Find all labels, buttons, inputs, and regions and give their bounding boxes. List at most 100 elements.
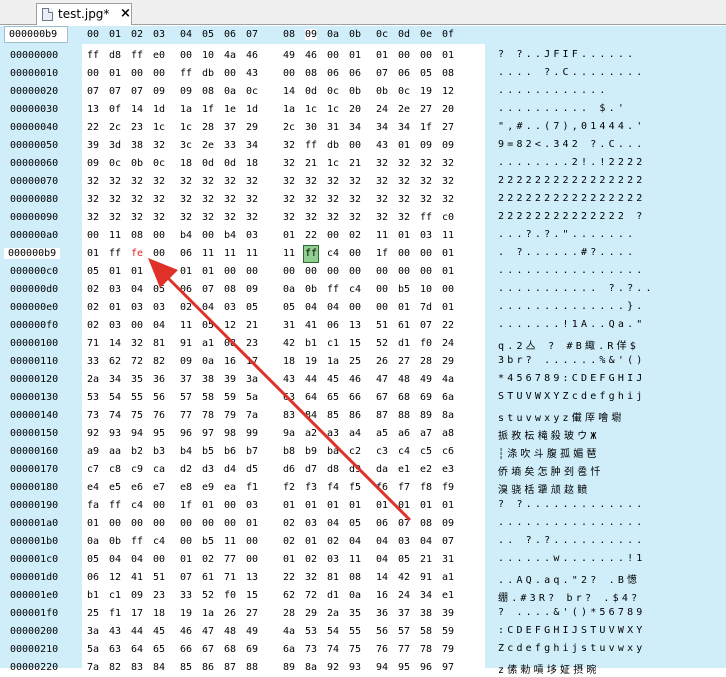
hex-byte[interactable]: 00 xyxy=(420,266,432,277)
hex-byte[interactable]: 32 xyxy=(109,176,121,187)
hex-byte[interactable]: 32 xyxy=(224,176,236,187)
hex-byte[interactable]: f1 xyxy=(109,608,121,619)
hex-byte[interactable]: 09 xyxy=(87,158,99,169)
hex-byte[interactable]: 00 xyxy=(180,518,192,529)
hex-byte[interactable]: 79 xyxy=(224,410,236,421)
hex-byte[interactable]: c2 xyxy=(349,446,361,457)
hex-byte[interactable]: 42 xyxy=(398,572,410,583)
hex-byte[interactable]: 0d xyxy=(202,158,214,169)
hex-byte[interactable]: 29 xyxy=(246,122,258,133)
hex-byte[interactable]: 25 xyxy=(87,608,99,619)
hex-byte[interactable]: 00 xyxy=(349,140,361,151)
hex-byte[interactable]: 00 xyxy=(376,266,388,277)
hex-byte[interactable]: 00 xyxy=(327,50,339,61)
hex-byte[interactable]: 01 xyxy=(442,302,454,313)
hex-byte[interactable]: 00 xyxy=(153,248,165,259)
hex-byte[interactable]: 09 xyxy=(153,86,165,97)
hex-byte[interactable]: 71 xyxy=(224,572,236,583)
hex-byte[interactable]: b5 xyxy=(202,536,214,547)
hex-byte[interactable]: e0 xyxy=(153,50,165,61)
hex-byte[interactable]: c4 xyxy=(327,248,339,259)
hex-byte[interactable]: 24 xyxy=(376,104,388,115)
hex-byte[interactable]: 53 xyxy=(305,626,317,637)
hex-byte[interactable]: 51 xyxy=(376,320,388,331)
hex-row[interactable]: 00000140 73 74 75 76 77 78 79 7a 83 84 85 86 87 88 89 8a… xyxy=(0,407,726,425)
hex-byte[interactable]: 35 xyxy=(131,374,143,385)
hex-byte[interactable]: 09 xyxy=(442,518,454,529)
hex-byte[interactable]: 05 xyxy=(246,302,258,313)
hex-byte[interactable]: 00 xyxy=(398,50,410,61)
hex-byte[interactable]: f3 xyxy=(305,482,317,493)
hex-byte[interactable]: 00 xyxy=(180,536,192,547)
hex-byte[interactable]: 01 xyxy=(202,500,214,511)
ascii-text[interactable]: 9=82<.342 ?.C... xyxy=(498,139,646,150)
hex-byte[interactable]: c3 xyxy=(376,446,388,457)
hex-byte[interactable]: 00 xyxy=(153,68,165,79)
hex-byte[interactable]: 36 xyxy=(376,608,388,619)
hex-row[interactable]: 00000100 71 14 32 81 91 a1 08 23 42 b1 c1 15 52 d1 f0 24… xyxy=(0,335,726,353)
hex-byte[interactable]: 01 xyxy=(246,518,258,529)
hex-byte[interactable]: e1 xyxy=(398,464,410,475)
ascii-text[interactable]: .......... $.' xyxy=(498,103,627,114)
hex-byte[interactable]: 00 xyxy=(246,554,258,565)
hex-byte[interactable]: a5 xyxy=(376,428,388,439)
hex-byte[interactable]: c6 xyxy=(442,446,454,457)
hex-byte[interactable]: 08 xyxy=(420,518,432,529)
hex-byte[interactable]: 32 xyxy=(224,194,236,205)
hex-byte[interactable]: b6 xyxy=(224,446,236,457)
hex-byte[interactable]: 07 xyxy=(202,284,214,295)
hex-byte[interactable]: 93 xyxy=(109,428,121,439)
hex-byte[interactable]: 16 xyxy=(376,590,388,601)
hex-byte[interactable]: f8 xyxy=(420,482,432,493)
hex-byte[interactable]: 1f xyxy=(376,248,388,259)
hex-byte[interactable]: 32 xyxy=(180,176,192,187)
hex-byte[interactable]: e5 xyxy=(109,482,121,493)
hex-byte[interactable]: 01 xyxy=(376,500,388,511)
hex-byte[interactable]: ff xyxy=(420,212,432,223)
hex-byte[interactable]: 44 xyxy=(131,626,143,637)
hex-byte[interactable]: 00 xyxy=(442,284,454,295)
hex-byte[interactable]: aa xyxy=(109,446,121,457)
hex-byte[interactable]: 28 xyxy=(283,608,295,619)
hex-byte[interactable]: f5 xyxy=(349,482,361,493)
hex-byte[interactable]: 01 xyxy=(153,266,165,277)
hex-byte[interactable]: a7 xyxy=(420,428,432,439)
hex-byte[interactable]: 11 xyxy=(109,230,121,241)
hex-byte[interactable]: 85 xyxy=(327,410,339,421)
hex-byte[interactable]: 3c xyxy=(180,140,192,151)
hex-byte[interactable]: 7a xyxy=(246,410,258,421)
hex-byte[interactable]: b2 xyxy=(131,446,143,457)
hex-byte[interactable]: 05 xyxy=(153,284,165,295)
hex-byte[interactable]: 00 xyxy=(246,266,258,277)
hex-row[interactable]: 00000160 a9 aa b2 b3 b4 b5 b6 b7 b8 b9 ba c2 c3 c4 c5 c6… xyxy=(0,443,726,461)
hex-byte[interactable]: 78 xyxy=(202,410,214,421)
hex-byte[interactable]: 74 xyxy=(109,410,121,421)
hex-byte[interactable]: 32 xyxy=(420,194,432,205)
hex-row[interactable]: 00000000 ff d8 ff e0 00 10 4a 46 49 46 00 01 01 00 00 01… xyxy=(0,47,726,65)
hex-row[interactable]: 000000a0 00 11 08 00 b4 00 b4 03 01 22 00 02 11 01 03 11… xyxy=(0,227,726,245)
hex-byte[interactable]: 02 xyxy=(283,518,295,529)
hex-byte[interactable]: 61 xyxy=(202,572,214,583)
hex-byte[interactable]: 2c xyxy=(283,122,295,133)
hex-byte[interactable]: 00 xyxy=(349,266,361,277)
hex-byte[interactable]: 04 xyxy=(202,302,214,313)
hex-byte[interactable]: 32 xyxy=(87,212,99,223)
hex-byte[interactable]: e2 xyxy=(420,464,432,475)
hex-byte[interactable]: 58 xyxy=(420,626,432,637)
hex-byte[interactable]: 20 xyxy=(349,104,361,115)
hex-byte[interactable]: 48 xyxy=(224,626,236,637)
hex-byte[interactable]: 1f xyxy=(202,104,214,115)
hex-byte[interactable]: 1d xyxy=(153,104,165,115)
ascii-text[interactable]: ",#..(7),01444.' xyxy=(498,121,646,132)
ascii-text[interactable]: .......!1A..Qa." xyxy=(498,319,646,330)
hex-byte[interactable]: 36 xyxy=(153,374,165,385)
hex-byte[interactable]: 43 xyxy=(376,140,388,151)
hex-byte[interactable]: 01 xyxy=(305,536,317,547)
hex-row[interactable]: 00000030 13 0f 14 1d 1a 1f 1e 1d 1a 1c 1c 20 24 2e 27 20… xyxy=(0,101,726,119)
hex-byte[interactable]: 32 xyxy=(283,176,295,187)
hex-row[interactable]: 000000e0 02 01 03 03 02 04 03 05 05 04 04 00 00 01 7d 01… xyxy=(0,299,726,317)
hex-byte[interactable]: 11 xyxy=(202,248,214,259)
hex-byte[interactable]: 15 xyxy=(246,590,258,601)
hex-byte[interactable]: d7 xyxy=(305,464,317,475)
hex-byte[interactable]: 00 xyxy=(153,554,165,565)
